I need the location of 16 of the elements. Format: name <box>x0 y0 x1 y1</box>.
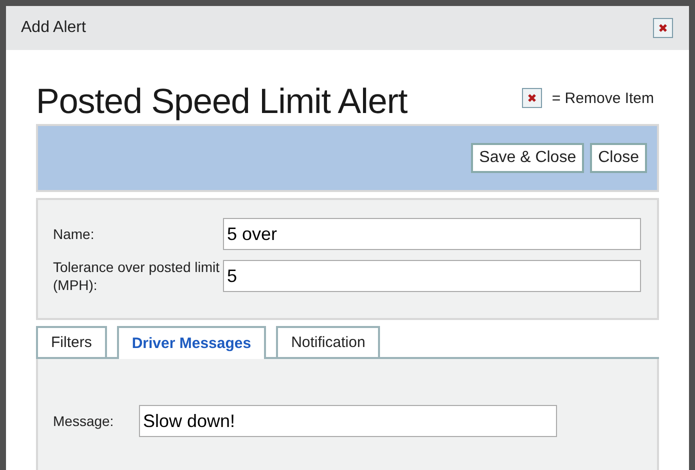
field-label: Tolerance over posted limit (MPH): <box>53 258 221 294</box>
input-field[interactable]: 5 over <box>223 218 641 250</box>
window-title: Add Alert <box>21 19 86 37</box>
legend-text: = Remove Item <box>552 90 654 106</box>
tab[interactable]: Filters <box>36 326 107 357</box>
field-label: Message: <box>53 412 115 430</box>
input-field[interactable]: Slow down! <box>139 405 557 437</box>
input-field[interactable]: 5 <box>223 260 641 292</box>
tab[interactable]: Notification <box>276 326 380 357</box>
close-button[interactable]: Close <box>590 143 647 173</box>
tab[interactable]: Driver Messages <box>116 326 266 359</box>
remove-icon <box>522 88 542 108</box>
close-icon[interactable] <box>653 18 673 38</box>
field-label: Name: <box>53 225 96 243</box>
save-close-button[interactable]: Save & Close <box>471 143 584 173</box>
page-heading: Posted Speed Limit Alert <box>36 82 408 122</box>
